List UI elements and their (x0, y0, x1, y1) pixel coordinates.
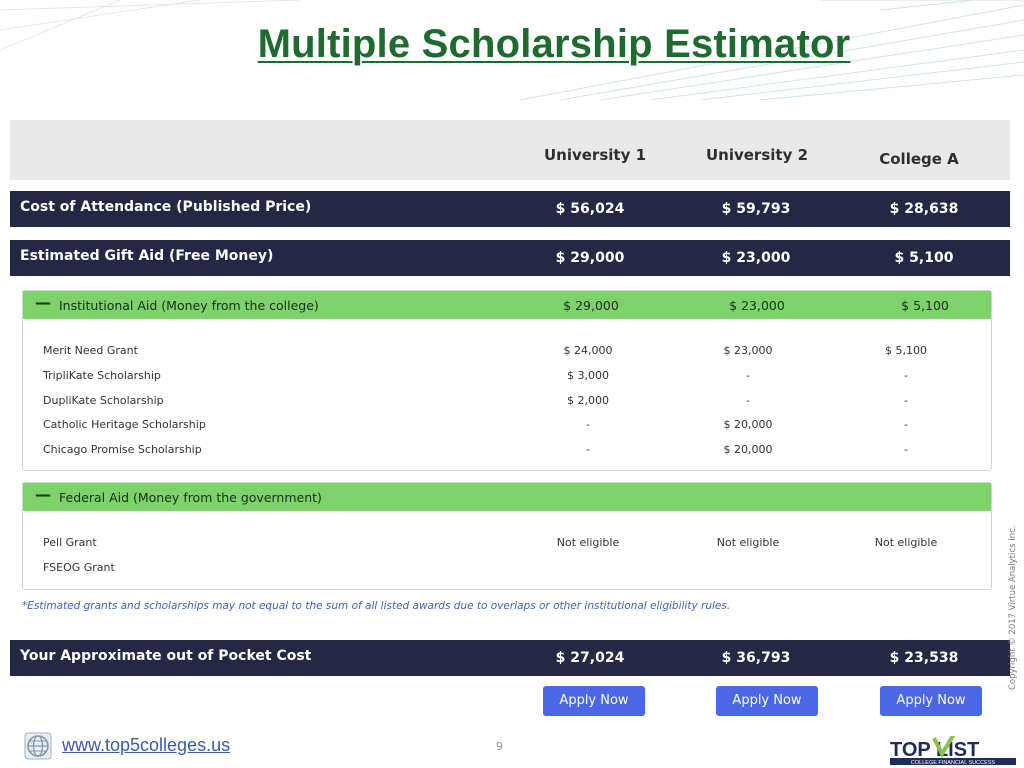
gift-aid-value: $ 23,000 (721, 250, 791, 266)
footer-website-link[interactable]: www.top5colleges.us (62, 735, 230, 756)
page-number: 9 (496, 740, 503, 753)
award-value: - (586, 443, 590, 456)
table-row: Catholic Heritage Scholarship - $ 20,000… (23, 414, 991, 436)
cost-of-attendance-row: Cost of Attendance (Published Price) $ 5… (10, 191, 1010, 227)
globe-icon (24, 732, 52, 760)
table-row: Merit Need Grant $ 24,000 $ 23,000 $ 5,1… (23, 340, 991, 362)
table-row: DupliKate Scholarship $ 2,000 - - (23, 390, 991, 412)
footnote: *Estimated grants and scholarships may n… (22, 600, 731, 612)
column-college-a: College A (879, 150, 959, 168)
award-value: $ 3,000 (567, 369, 609, 382)
cost-value: $ 59,793 (721, 201, 791, 217)
out-of-pocket-label: Your Approximate out of Pocket Cost (20, 648, 312, 664)
column-university-1: University 1 (543, 146, 647, 164)
gift-aid-row: Estimated Gift Aid (Free Money) $ 29,000… (10, 240, 1010, 276)
award-value: - (904, 443, 908, 456)
award-value: - (746, 369, 750, 382)
award-value: $ 20,000 (723, 443, 773, 456)
award-value: - (904, 418, 908, 431)
out-of-pocket-row: Your Approximate out of Pocket Cost $ 27… (10, 640, 1010, 676)
apply-now-button-college-a[interactable]: Apply Now (880, 686, 982, 716)
out-of-pocket-value: $ 27,024 (555, 650, 625, 666)
estimator-panel: University 1 University 2 College A Cost… (10, 120, 1010, 716)
award-label: Chicago Promise Scholarship (43, 443, 202, 456)
award-value: $ 2,000 (567, 394, 609, 407)
gift-aid-value: $ 29,000 (555, 250, 625, 266)
page-title: Multiple Scholarship Estimator (257, 22, 851, 66)
logo-tagline: COLLEGE FINANCIAL SUCCESS (911, 760, 995, 766)
institutional-aid-header[interactable]: — Institutional Aid (Money from the coll… (23, 291, 991, 319)
federal-aid-header[interactable]: — Federal Aid (Money from the government… (23, 483, 991, 511)
gift-aid-label: Estimated Gift Aid (Free Money) (20, 248, 274, 264)
award-label: TripliKate Scholarship (43, 369, 161, 382)
apply-now-button-university-1[interactable]: Apply Now (543, 686, 645, 716)
award-value: $ 24,000 (563, 344, 613, 357)
column-university-2: University 2 (705, 146, 809, 164)
award-value: $ 20,000 (723, 418, 773, 431)
award-label: Pell Grant (43, 536, 97, 549)
award-value: $ 23,000 (723, 344, 773, 357)
institutional-aid-value: $ 23,000 (729, 298, 785, 313)
table-row: FSEOG Grant (23, 557, 991, 579)
institutional-aid-label: Institutional Aid (Money from the colleg… (59, 298, 319, 313)
table-row: Pell Grant Not eligible Not eligible Not… (23, 532, 991, 554)
award-label: Merit Need Grant (43, 344, 138, 357)
award-value: - (904, 394, 908, 407)
award-value: $ 5,100 (885, 344, 927, 357)
award-value: Not eligible (556, 536, 620, 549)
table-row: TripliKate Scholarship $ 3,000 - - (23, 365, 991, 387)
apply-now-button-university-2[interactable]: Apply Now (716, 686, 818, 716)
cost-value: $ 56,024 (555, 201, 625, 217)
collapse-icon[interactable]: — (35, 487, 51, 503)
collapse-icon[interactable]: — (35, 295, 51, 311)
top-list-logo: TOP LIST COLLEGE FINANCIAL SUCCESS (890, 736, 1016, 766)
out-of-pocket-value: $ 36,793 (721, 650, 791, 666)
award-value: Not eligible (874, 536, 938, 549)
institutional-aid-section: — Institutional Aid (Money from the coll… (22, 290, 992, 471)
institutional-aid-value: $ 5,100 (901, 298, 949, 313)
column-header: University 1 University 2 College A (10, 120, 1010, 180)
cost-value: $ 28,638 (889, 201, 959, 217)
award-label: FSEOG Grant (43, 561, 115, 574)
award-value: - (746, 394, 750, 407)
federal-aid-label: Federal Aid (Money from the government) (59, 490, 322, 505)
award-value: - (904, 369, 908, 382)
table-row: Chicago Promise Scholarship - $ 20,000 - (23, 439, 991, 461)
cost-of-attendance-label: Cost of Attendance (Published Price) (20, 199, 312, 215)
gift-aid-value: $ 5,100 (894, 250, 954, 266)
institutional-aid-value: $ 29,000 (563, 298, 619, 313)
award-label: DupliKate Scholarship (43, 394, 164, 407)
award-value: - (586, 418, 590, 431)
federal-aid-section: — Federal Aid (Money from the government… (22, 482, 992, 590)
copyright-notice: Copyright © 2017 Virtue Analytics Inc. (1008, 525, 1018, 690)
award-label: Catholic Heritage Scholarship (43, 418, 206, 431)
award-value: Not eligible (716, 536, 780, 549)
out-of-pocket-value: $ 23,538 (889, 650, 959, 666)
